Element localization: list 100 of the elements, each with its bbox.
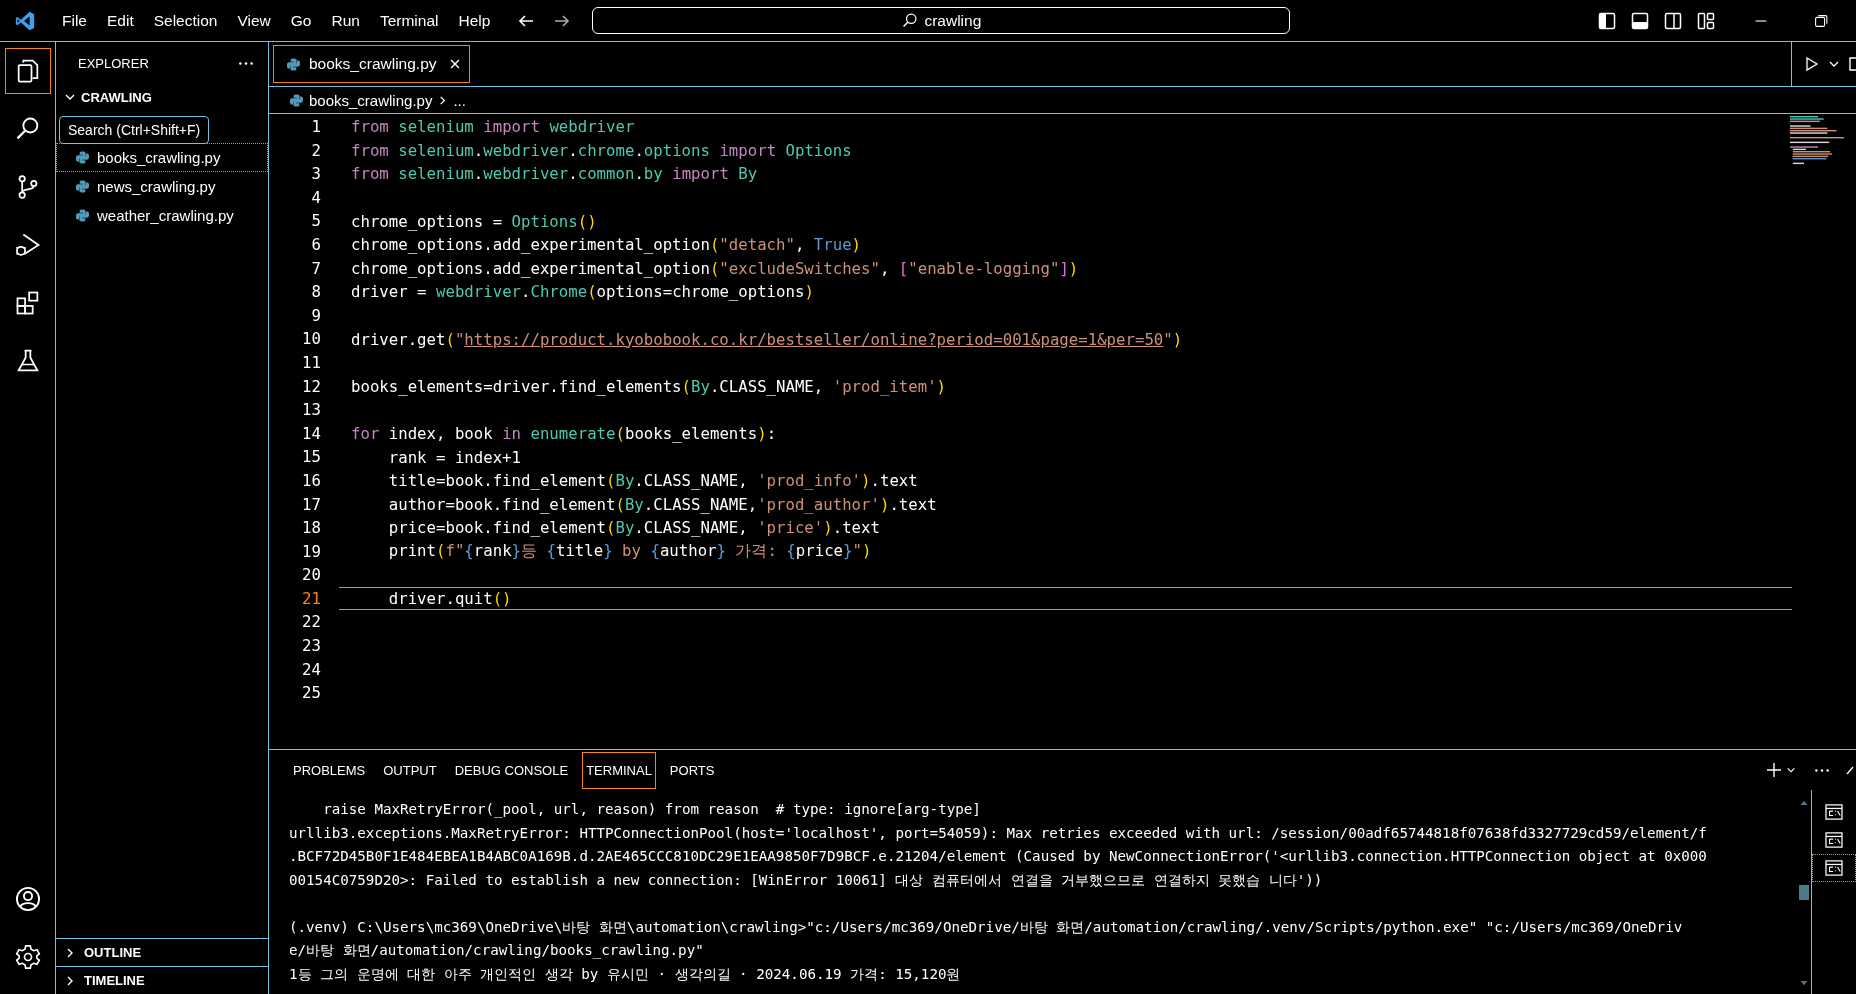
line-number: 15 (301, 446, 321, 469)
code-line: chrome_options = Options() (350, 211, 597, 231)
terminal-line: 00154C0759D20>: Failed to establish a new connection: [WinError 10061] 대상 컴퓨터에서 연결을 거부했으므로 연결하지 못했습 니다')) (289, 870, 1324, 890)
line-number: 13 (301, 399, 321, 422)
menu-item[interactable]: Terminal (369, 11, 449, 30)
more-actions-icon[interactable] (238, 60, 254, 66)
breadcrumb-item[interactable]: ... (453, 91, 466, 109)
code-line: author=book.find_element(By.CLASS_NAME,'prod_author').text (387, 494, 937, 514)
python-file-icon (286, 56, 301, 72)
explorer-title: EXPLORER (78, 55, 149, 71)
section-header[interactable]: TIMELINE (56, 966, 268, 994)
code-line: from selenium.webdriver.chrome.options import Options (350, 140, 852, 160)
line-number: 11 (301, 351, 321, 374)
terminal-line: e/바탕 화면/automation/crawling/books_crawling.py" (289, 941, 705, 961)
panel-tab[interactable]: PROBLEMS (289, 751, 370, 789)
python-file-icon (75, 179, 90, 194)
line-number: 25 (301, 682, 321, 705)
menu-item[interactable]: View (227, 11, 281, 30)
menu-item[interactable]: Go (280, 11, 322, 30)
terminal-window-icon (1825, 832, 1843, 848)
menu-item[interactable]: File (52, 11, 97, 30)
line-number: 21 (301, 587, 321, 610)
line-number: 12 (301, 375, 321, 398)
line-number: 18 (301, 517, 321, 540)
code-line: for index, book in enumerate(books_elements): (350, 424, 777, 443)
search-icon (901, 12, 919, 29)
line-number: 14 (301, 422, 321, 445)
line-number: 7 (310, 257, 321, 280)
line-number: 1 (310, 116, 321, 138)
panel-tab[interactable]: DEBUG CONSOLE (450, 751, 573, 789)
python-file-icon (75, 208, 90, 223)
toggle-sidebar-icon[interactable] (1597, 10, 1617, 31)
command-center-search[interactable]: crawling (592, 7, 1291, 34)
code-line: driver.get("https://product.kyobobook.co.kr/bestseller/online?period=001&page=1&per=50") (350, 329, 1183, 349)
code-line: from selenium import webdriver (350, 117, 635, 137)
line-number: 8 (310, 281, 321, 304)
python-file-icon (289, 92, 304, 108)
panel-tab[interactable]: OUTPUT (379, 751, 441, 789)
folder-header[interactable]: CRAWLING (56, 84, 268, 110)
terminal-line: 1등 그의 운명에 대한 아주 개인적인 생각 by 유시민 · 생각의길 · 2024.06.19 가격: 15,120원 (289, 964, 962, 984)
terminal-line: .BCF72D45B0F1E484EBEA1B4ABC0A169B.d.2AE465CCC810DC29E1EAA9850F7D9BCF.e.21204/element (Caused by NewConnectionError('<urllib3.connection.HTTPConnection object at 0x000 (289, 847, 1708, 866)
more-actions-icon[interactable] (1814, 767, 1830, 773)
line-number: 23 (301, 635, 321, 658)
line-number: 4 (310, 186, 321, 209)
terminal-line: (.venv) C:\Users\mc369\OneDrive\바탕 화면\automation\crawling>"c:/Users/mc369/OneDrive/바탕 화면/automation/crawling/.venv/Scripts/python.exe" "c:/Users/mc369/OneDriv (289, 917, 1684, 937)
line-number: 2 (310, 139, 321, 162)
line-number: 3 (310, 163, 321, 186)
editor-tab[interactable]: books_crawling.py (273, 45, 470, 83)
line-number: 6 (310, 233, 321, 256)
line-number: 10 (301, 328, 321, 351)
code-line: chrome_options.add_experimental_option("detach", True) (350, 235, 862, 255)
code-line: from selenium.webdriver.common.by import By (350, 164, 758, 184)
customize-layout-icon[interactable] (1696, 10, 1716, 31)
activity-bar-item[interactable] (4, 48, 51, 94)
terminal-line: urllib3.exceptions.MaxRetryError: HTTPConnectionPool(host='localhost', port=54059): Max retries exceeded with url: /session/00adf65744818f07638fd3327729cd59/element/f (289, 823, 1708, 843)
menu-item[interactable]: Selection (143, 11, 228, 30)
menu-item[interactable]: Help (448, 11, 501, 30)
breadcrumb-item[interactable]: books_crawling.py (309, 91, 433, 109)
account-icon (13, 885, 42, 913)
toggle-panel-icon[interactable] (1630, 10, 1650, 31)
code-line: price=book.find_element(By.CLASS_NAME, 'price').text (387, 518, 880, 538)
terminal-window-icon (1825, 860, 1843, 876)
plus-icon[interactable] (1766, 762, 1782, 778)
line-number: 22 (301, 611, 321, 634)
terminal-window-icon (1825, 804, 1843, 820)
menu-item[interactable]: Edit (97, 11, 144, 30)
code-line: driver = webdriver.Chrome(options=chrome_options) (350, 282, 814, 302)
scroll-down-icon[interactable] (1799, 981, 1809, 986)
panel-tab[interactable]: PORTS (665, 751, 719, 789)
code-line: rank = index+1 (387, 447, 521, 467)
code-line: chrome_options.add_experimental_option("excludeSwitches", ["enable-logging"]) (350, 258, 1079, 278)
run-icon[interactable] (1804, 56, 1820, 72)
line-number: 9 (310, 304, 321, 327)
python-file-icon (75, 150, 90, 165)
chevron-down-icon[interactable] (1786, 765, 1796, 775)
file-tree-row[interactable]: news_crawling.py (56, 172, 268, 201)
code-line: driver.quit() (387, 589, 512, 609)
line-number: 17 (301, 493, 321, 516)
app-logo-icon (14, 9, 36, 32)
maximize-panel-icon[interactable] (1846, 764, 1854, 776)
file-tree-row[interactable]: weather_crawling.py (56, 201, 268, 230)
scrollbar-thumb[interactable] (1799, 885, 1809, 900)
line-number: 5 (310, 210, 321, 233)
run-debug-icon (13, 231, 42, 259)
scroll-up-icon[interactable] (1799, 800, 1809, 805)
code-line: books_elements=driver.find_elements(By.CLASS_NAME, 'prod_item') (350, 376, 947, 396)
code-line: title=book.find_element(By.CLASS_NAME, 'prod_info').text (387, 471, 918, 491)
line-number: 20 (301, 564, 321, 587)
toggle-secondary-sidebar-icon[interactable] (1663, 10, 1683, 31)
terminal-session-item[interactable] (1812, 854, 1856, 882)
section-header[interactable]: OUTLINE (56, 938, 268, 966)
line-number: 16 (301, 469, 321, 492)
split-editor-icon[interactable] (1848, 56, 1856, 72)
close-icon[interactable] (448, 58, 461, 70)
menu-item[interactable]: Run (321, 11, 370, 30)
tooltip: Search (Ctrl+Shift+F) (59, 116, 210, 144)
panel-tab[interactable]: TERMINAL (582, 751, 656, 789)
line-number: 24 (301, 658, 321, 681)
line-number: 19 (301, 540, 321, 563)
terminal-line: raise MaxRetryError(_pool, url, reason) from reason # type: ignore[arg-type] (322, 800, 982, 820)
